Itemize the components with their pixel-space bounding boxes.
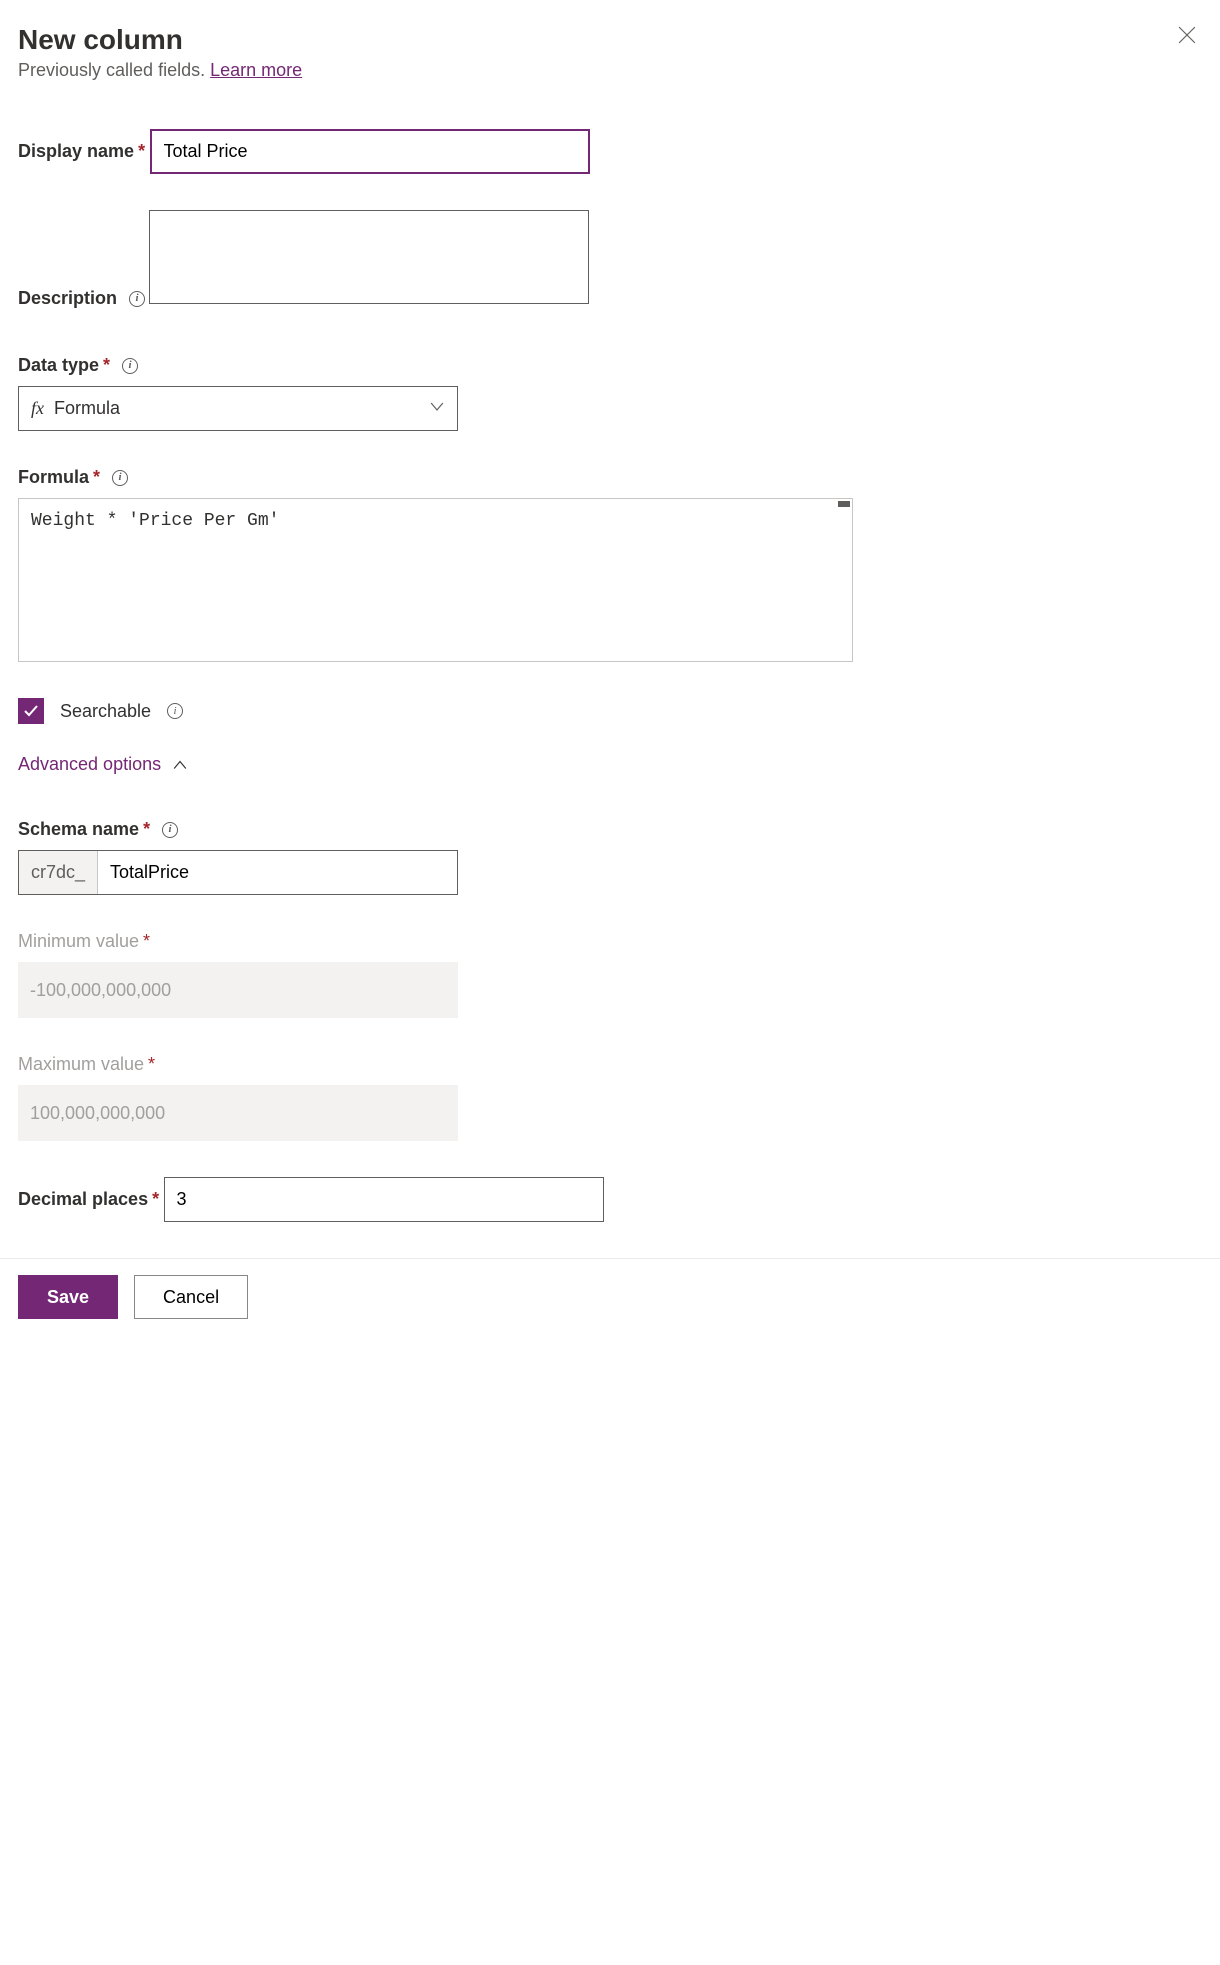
description-input[interactable] <box>149 210 589 304</box>
display-name-label: Display name* <box>18 141 145 162</box>
minimum-value-label: Minimum value* <box>18 931 150 952</box>
cancel-button[interactable]: Cancel <box>134 1275 248 1319</box>
description-label: Description i <box>18 288 145 309</box>
subtitle-text: Previously called fields. <box>18 60 205 80</box>
display-name-input[interactable] <box>150 129 590 174</box>
data-type-value: Formula <box>54 398 120 419</box>
schema-prefix: cr7dc_ <box>19 851 98 894</box>
close-icon <box>1178 26 1196 44</box>
chevron-up-icon <box>173 758 187 772</box>
panel-subtitle: Previously called fields. Learn more <box>18 60 302 81</box>
formula-label: Formula* i <box>18 467 128 488</box>
panel-title: New column <box>18 24 302 56</box>
data-type-select[interactable]: fx Formula <box>18 386 458 431</box>
decimal-places-label: Decimal places* <box>18 1189 159 1210</box>
save-button[interactable]: Save <box>18 1275 118 1319</box>
formula-editor[interactable]: Weight * 'Price Per Gm' <box>18 498 853 662</box>
data-type-label: Data type* i <box>18 355 138 376</box>
searchable-checkbox[interactable] <box>18 698 44 724</box>
advanced-options-toggle[interactable]: Advanced options <box>18 754 187 775</box>
info-icon[interactable]: i <box>162 822 178 838</box>
maximum-value-input: 100,000,000,000 <box>18 1085 458 1141</box>
searchable-label: Searchable <box>60 701 151 722</box>
info-icon[interactable]: i <box>112 470 128 486</box>
schema-name-input-wrap: cr7dc_ <box>18 850 458 895</box>
learn-more-link[interactable]: Learn more <box>210 60 302 80</box>
maximum-value-label: Maximum value* <box>18 1054 155 1075</box>
close-button[interactable] <box>1170 18 1204 56</box>
checkmark-icon <box>23 703 39 719</box>
minimum-value-input: -100,000,000,000 <box>18 962 458 1018</box>
decimal-places-input[interactable] <box>164 1177 604 1222</box>
info-icon[interactable]: i <box>122 358 138 374</box>
schema-name-input[interactable] <box>98 851 457 894</box>
info-icon[interactable]: i <box>167 703 183 719</box>
info-icon[interactable]: i <box>129 291 145 307</box>
formula-icon: fx <box>31 398 44 419</box>
schema-name-label: Schema name* i <box>18 819 178 840</box>
